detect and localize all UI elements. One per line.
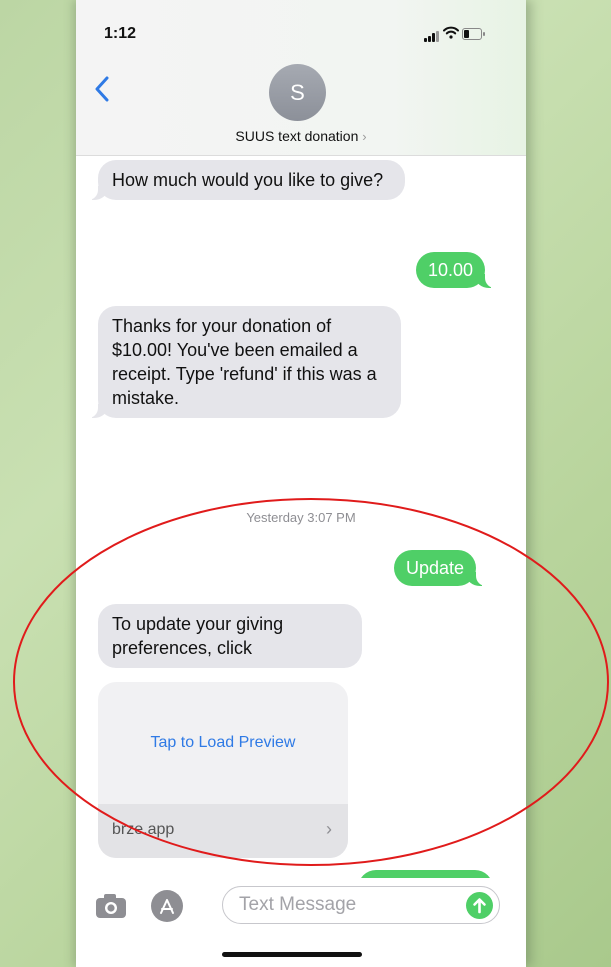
wifi-icon xyxy=(443,26,459,39)
message-outgoing[interactable]: Update xyxy=(394,550,491,586)
chevron-left-icon[interactable] xyxy=(94,76,110,102)
phone-screen: 1:12 S SUUS text donation › How much wou… xyxy=(76,0,526,967)
message-incoming[interactable]: How much would you like to give? xyxy=(84,160,405,200)
arrow-up-icon xyxy=(473,898,486,914)
message-incoming[interactable]: To update your giving preferences, click xyxy=(98,604,362,668)
conversation-header: 1:12 S SUUS text donation › xyxy=(76,0,526,156)
text-message-field[interactable] xyxy=(239,893,449,917)
camera-icon[interactable] xyxy=(94,892,128,920)
message-text: Update xyxy=(406,558,465,578)
message-text: How much would you like to give? xyxy=(112,170,384,190)
chevron-right-icon: › xyxy=(326,819,332,839)
link-preview-footer[interactable]: brze.app › xyxy=(98,804,348,858)
battery-icon xyxy=(462,28,482,40)
message-text: To update your giving preferences, click xyxy=(112,614,284,658)
message-outgoing[interactable]: 10.00 xyxy=(416,252,500,288)
contact-name-label: SUUS text donation xyxy=(235,128,359,144)
message-text: 10.00 xyxy=(428,260,474,280)
contact-avatar[interactable]: S xyxy=(269,64,326,121)
home-indicator[interactable] xyxy=(222,952,362,957)
avatar-initial: S xyxy=(290,80,305,105)
link-domain: brze.app xyxy=(112,821,175,838)
tap-to-load-preview-link[interactable]: Tap to Load Preview xyxy=(98,734,348,752)
contact-name[interactable]: SUUS text donation › xyxy=(76,128,526,144)
send-button[interactable] xyxy=(466,892,493,919)
contact-chevron-icon: › xyxy=(362,129,367,144)
message-text: Thanks for your donation of $10.00! You'… xyxy=(112,316,377,408)
status-icons xyxy=(424,26,514,42)
message-incoming[interactable]: Thanks for your donation of $10.00! You'… xyxy=(84,306,401,418)
message-input[interactable] xyxy=(222,886,500,924)
message-timestamp: Yesterday 3:07 PM xyxy=(246,510,356,525)
app-store-icon[interactable] xyxy=(151,890,183,922)
status-time: 1:12 xyxy=(104,25,137,42)
link-preview-card[interactable]: Tap to Load Preview brze.app › xyxy=(98,682,348,858)
